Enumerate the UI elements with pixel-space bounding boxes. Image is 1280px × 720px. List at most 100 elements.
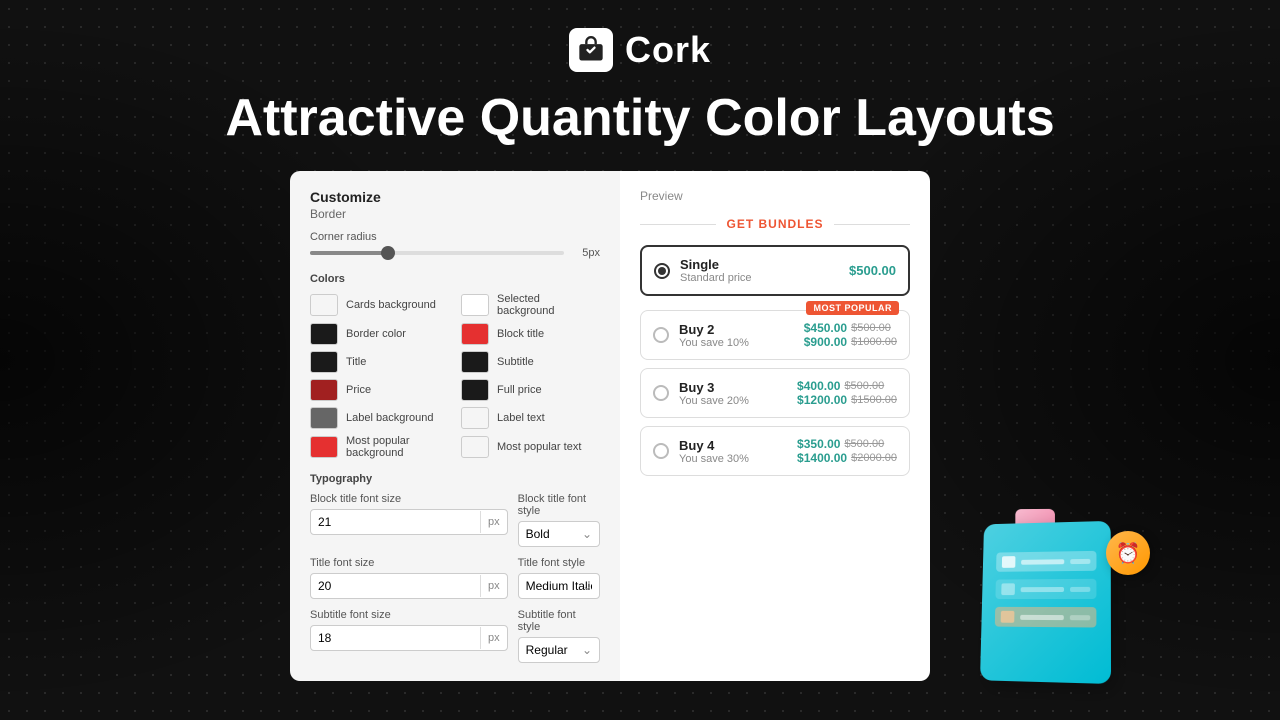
bundle-card-buy3[interactable]: Buy 3 You save 20% $400.00 $500.00 $1200… bbox=[640, 368, 910, 418]
price-original-buy2: $500.00 bbox=[851, 322, 891, 334]
subtitle-style-group: Subtitle font style Regular Bold Medium … bbox=[518, 609, 600, 663]
clipboard-illustration: ⏰ bbox=[970, 501, 1150, 701]
title-size-input[interactable] bbox=[311, 574, 480, 598]
color-swatch-border[interactable] bbox=[310, 323, 338, 345]
block-title-style-group: Block title font style Bold Regular Medi… bbox=[518, 493, 600, 547]
subtitle-style-label: Subtitle font style bbox=[518, 609, 600, 633]
color-row: Most popular text bbox=[461, 435, 600, 459]
title-style-wrapper: Medium Italic Bold Regular bbox=[518, 573, 600, 599]
color-label-label-text: Label text bbox=[497, 412, 545, 424]
block-title-size-group: Block title font size px bbox=[310, 493, 508, 547]
block-title-size-unit: px bbox=[480, 511, 507, 533]
color-label-subtitle: Subtitle bbox=[497, 356, 534, 368]
title-style-select[interactable]: Medium Italic Bold Regular bbox=[518, 573, 600, 599]
color-row: Label text bbox=[461, 407, 600, 429]
title-style-label: Title font style bbox=[518, 557, 600, 569]
color-swatch-full-price[interactable] bbox=[461, 379, 489, 401]
color-swatch-block-title[interactable] bbox=[461, 323, 489, 345]
panel-title: Customize bbox=[310, 189, 600, 205]
block-title-style-label: Block title font style bbox=[518, 493, 600, 517]
bundles-header: GET BUNDLES bbox=[640, 215, 910, 233]
color-swatch-title[interactable] bbox=[310, 351, 338, 373]
bundle-info-buy2: Buy 2 You save 10% bbox=[679, 322, 794, 349]
customize-panel: Customize Border Corner radius 5px Color… bbox=[290, 171, 620, 681]
color-swatch-subtitle[interactable] bbox=[461, 351, 489, 373]
bundle-card-buy4[interactable]: Buy 4 You save 30% $350.00 $500.00 $1400… bbox=[640, 426, 910, 476]
color-row: Most popular background bbox=[310, 435, 449, 459]
bundle-card-buy2[interactable]: MOST POPULAR Buy 2 You save 10% $450.00 … bbox=[640, 310, 910, 360]
bundle-price-single: $500.00 bbox=[849, 262, 896, 280]
bundle-info-buy4: Buy 4 You save 30% bbox=[679, 438, 787, 465]
brand-name: Cork bbox=[625, 29, 711, 71]
title-size-input-row: px bbox=[310, 573, 508, 599]
color-label-full-price: Full price bbox=[497, 384, 542, 396]
slider-track[interactable] bbox=[310, 251, 564, 255]
bundle-info-single: Single Standard price bbox=[680, 257, 839, 284]
block-title-size-input[interactable] bbox=[311, 510, 480, 534]
radio-buy3[interactable] bbox=[653, 385, 669, 401]
price-original2-buy4: $2000.00 bbox=[851, 452, 897, 464]
corner-radius-row: 5px bbox=[310, 247, 600, 259]
color-label-popular-bg: Most popular background bbox=[346, 435, 449, 459]
block-title-size-label: Block title font size bbox=[310, 493, 508, 505]
color-row: Selected background bbox=[461, 293, 600, 317]
typography-label: Typography bbox=[310, 473, 600, 485]
color-row: Title bbox=[310, 351, 449, 373]
radio-buy4[interactable] bbox=[653, 443, 669, 459]
price-current-buy3: $400.00 bbox=[797, 379, 840, 393]
block-title-size-input-row: px bbox=[310, 509, 508, 535]
subtitle-size-label: Subtitle font size bbox=[310, 609, 508, 621]
color-label-price: Price bbox=[346, 384, 371, 396]
price-original-buy3: $500.00 bbox=[844, 380, 884, 392]
color-label-selected-bg: Selected background bbox=[497, 293, 600, 317]
color-swatch-label-bg[interactable] bbox=[310, 407, 338, 429]
subtitle-size-unit: px bbox=[480, 627, 507, 649]
color-row: Block title bbox=[461, 323, 600, 345]
price-original2-buy3: $1500.00 bbox=[851, 394, 897, 406]
color-row: Label background bbox=[310, 407, 449, 429]
bundle-price-buy4: $350.00 $500.00 $1400.00 $2000.00 bbox=[797, 437, 897, 465]
color-label-popular-text: Most popular text bbox=[497, 441, 581, 453]
color-swatch-selected-bg[interactable] bbox=[461, 294, 489, 316]
block-title-style-select[interactable]: Bold Regular Medium Italic bbox=[518, 521, 600, 547]
bundle-price-buy2: $450.00 $500.00 $900.00 $1000.00 bbox=[804, 321, 897, 349]
bundles-title: GET BUNDLES bbox=[716, 217, 833, 231]
preview-label: Preview bbox=[640, 189, 910, 203]
price-original-buy4: $500.00 bbox=[844, 438, 884, 450]
clipboard-body bbox=[980, 521, 1111, 684]
bundle-subtitle-buy2: You save 10% bbox=[679, 337, 794, 349]
bundle-subtitle-buy4: You save 30% bbox=[679, 453, 787, 465]
price-current2-buy4: $1400.00 bbox=[797, 451, 847, 465]
title-style-group: Title font style Medium Italic Bold Regu… bbox=[518, 557, 600, 599]
color-row: Border color bbox=[310, 323, 449, 345]
color-swatch-price[interactable] bbox=[310, 379, 338, 401]
price-current2-buy3: $1200.00 bbox=[797, 393, 847, 407]
subtitle-style-wrapper: Regular Bold Medium Italic bbox=[518, 637, 600, 663]
bundle-subtitle-buy3: You save 20% bbox=[679, 395, 787, 407]
bundle-card-single[interactable]: Single Standard price $500.00 bbox=[640, 245, 910, 296]
color-row: Price bbox=[310, 379, 449, 401]
radio-buy2[interactable] bbox=[653, 327, 669, 343]
color-label-block-title: Block title bbox=[497, 328, 544, 340]
color-swatch-popular-bg[interactable] bbox=[310, 436, 338, 458]
color-row: Cards background bbox=[310, 293, 449, 317]
color-swatch-label-text[interactable] bbox=[461, 407, 489, 429]
typography-grid: Block title font size px Block title fon… bbox=[310, 493, 600, 663]
radio-single[interactable] bbox=[654, 263, 670, 279]
bundle-name-single: Single bbox=[680, 257, 839, 272]
clock-icon: ⏰ bbox=[1106, 531, 1150, 575]
price-current2-buy2: $900.00 bbox=[804, 335, 847, 349]
subtitle-size-group: Subtitle font size px bbox=[310, 609, 508, 663]
color-swatch-popular-text[interactable] bbox=[461, 436, 489, 458]
color-label-border: Border color bbox=[346, 328, 406, 340]
subtitle-size-input-row: px bbox=[310, 625, 508, 651]
color-label-title: Title bbox=[346, 356, 366, 368]
block-title-style-wrapper: Bold Regular Medium Italic bbox=[518, 521, 600, 547]
price-current-single: $500.00 bbox=[849, 263, 896, 278]
slider-value: 5px bbox=[572, 247, 600, 259]
color-swatch-cards-bg[interactable] bbox=[310, 294, 338, 316]
subtitle-size-input[interactable] bbox=[311, 626, 480, 650]
bundle-subtitle-single: Standard price bbox=[680, 272, 839, 284]
price-original2-buy2: $1000.00 bbox=[851, 336, 897, 348]
subtitle-style-select[interactable]: Regular Bold Medium Italic bbox=[518, 637, 600, 663]
